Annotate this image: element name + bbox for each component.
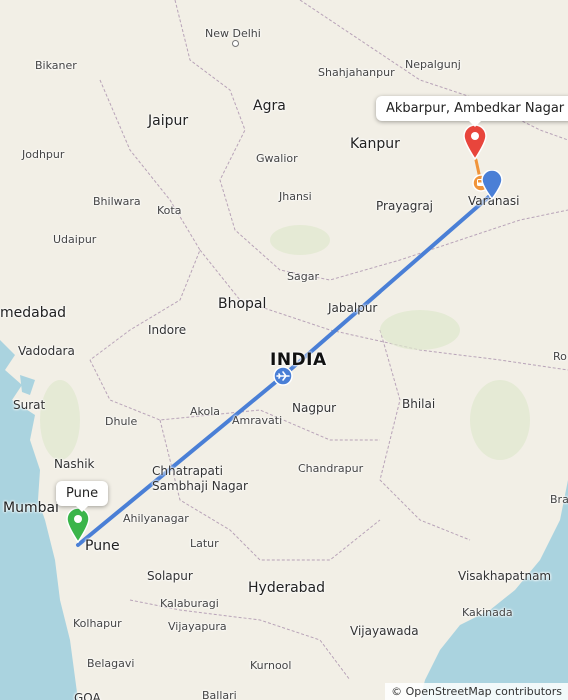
city-latur[interactable]: Latur [190, 537, 219, 550]
city-akola[interactable]: Akola [190, 405, 220, 418]
city-sagar[interactable]: Sagar [287, 270, 319, 283]
origin-callout[interactable]: Pune [56, 481, 109, 512]
bay-of-bengal [420, 480, 568, 700]
city-shahjahanpur[interactable]: Shahjahanpur [318, 66, 395, 79]
city-mumbai[interactable]: Mumbai [3, 500, 59, 516]
city-agra[interactable]: Agra [253, 98, 286, 114]
city-udaipur[interactable]: Udaipur [53, 233, 96, 246]
city-jodhpur[interactable]: Jodhpur [22, 148, 64, 161]
city-new-delhi[interactable]: New Delhi [205, 27, 261, 40]
city-chhatrapati-sambhaji-nagar[interactable]: Chhatrapati Sambhaji Nagar [152, 464, 248, 494]
plane-icon[interactable] [273, 366, 293, 386]
city-jhansi[interactable]: Jhansi [279, 190, 312, 203]
city-kolhapur[interactable]: Kolhapur [73, 617, 122, 630]
destination-callout[interactable]: Akbarpur, Ambedkar Nagar [376, 96, 568, 127]
city-ro[interactable]: Ro [553, 350, 567, 363]
city-solapur[interactable]: Solapur [147, 569, 193, 583]
map-attribution[interactable]: © OpenStreetMap contributors [385, 683, 568, 700]
city-nepalgunj[interactable]: Nepalgunj [405, 58, 461, 71]
city-gwalior[interactable]: Gwalior [256, 152, 298, 165]
city-kurnool[interactable]: Kurnool [250, 659, 291, 672]
city-bhilwara[interactable]: Bhilwara [93, 195, 141, 208]
city-amravati[interactable]: Amravati [232, 414, 282, 427]
city-kanpur[interactable]: Kanpur [350, 136, 400, 152]
destination-pin-icon[interactable] [462, 124, 488, 160]
varanasi-pin-icon[interactable] [480, 170, 504, 200]
origin-pin-icon[interactable] [65, 507, 91, 543]
city-vijayapura[interactable]: Vijayapura [168, 620, 227, 633]
city-ahmedabad[interactable]: medabad [0, 305, 66, 321]
city-vadodara[interactable]: Vadodara [18, 344, 75, 358]
city-jabalpur[interactable]: Jabalpur [328, 301, 377, 315]
city-ahilyanagar[interactable]: Ahilyanagar [123, 512, 189, 525]
city-surat[interactable]: Surat [13, 398, 45, 412]
city-goa[interactable]: GOA [74, 691, 101, 700]
city-nashik[interactable]: Nashik [54, 457, 94, 471]
city-bhilai[interactable]: Bhilai [402, 397, 435, 411]
city-bikaner[interactable]: Bikaner [35, 59, 77, 72]
city-hyderabad[interactable]: Hyderabad [248, 580, 325, 596]
city-prayagraj[interactable]: Prayagraj [376, 199, 433, 213]
city-nagpur[interactable]: Nagpur [292, 401, 336, 415]
city-brah[interactable]: Brah [550, 493, 568, 506]
city-bhopal[interactable]: Bhopal [218, 296, 266, 312]
city-dhule[interactable]: Dhule [105, 415, 137, 428]
city-indore[interactable]: Indore [148, 323, 186, 337]
city-kalaburagi[interactable]: Kalaburagi [160, 597, 219, 610]
city-visakhapatnam[interactable]: Visakhapatnam [458, 569, 551, 583]
city-chandrapur[interactable]: Chandrapur [298, 462, 363, 475]
city-kakinada[interactable]: Kakinada [462, 606, 513, 619]
city-vijayawada[interactable]: Vijayawada [350, 624, 419, 638]
city-jaipur[interactable]: Jaipur [148, 113, 188, 129]
gulf [20, 375, 35, 395]
city-kota[interactable]: Kota [157, 204, 181, 217]
map-view[interactable]: INDIA New Delhi Bikaner Shahjahanpur Nep… [0, 0, 568, 700]
city-ballari[interactable]: Ballari [202, 689, 237, 700]
new-delhi-dot [232, 40, 239, 47]
city-belagavi[interactable]: Belagavi [87, 657, 134, 670]
